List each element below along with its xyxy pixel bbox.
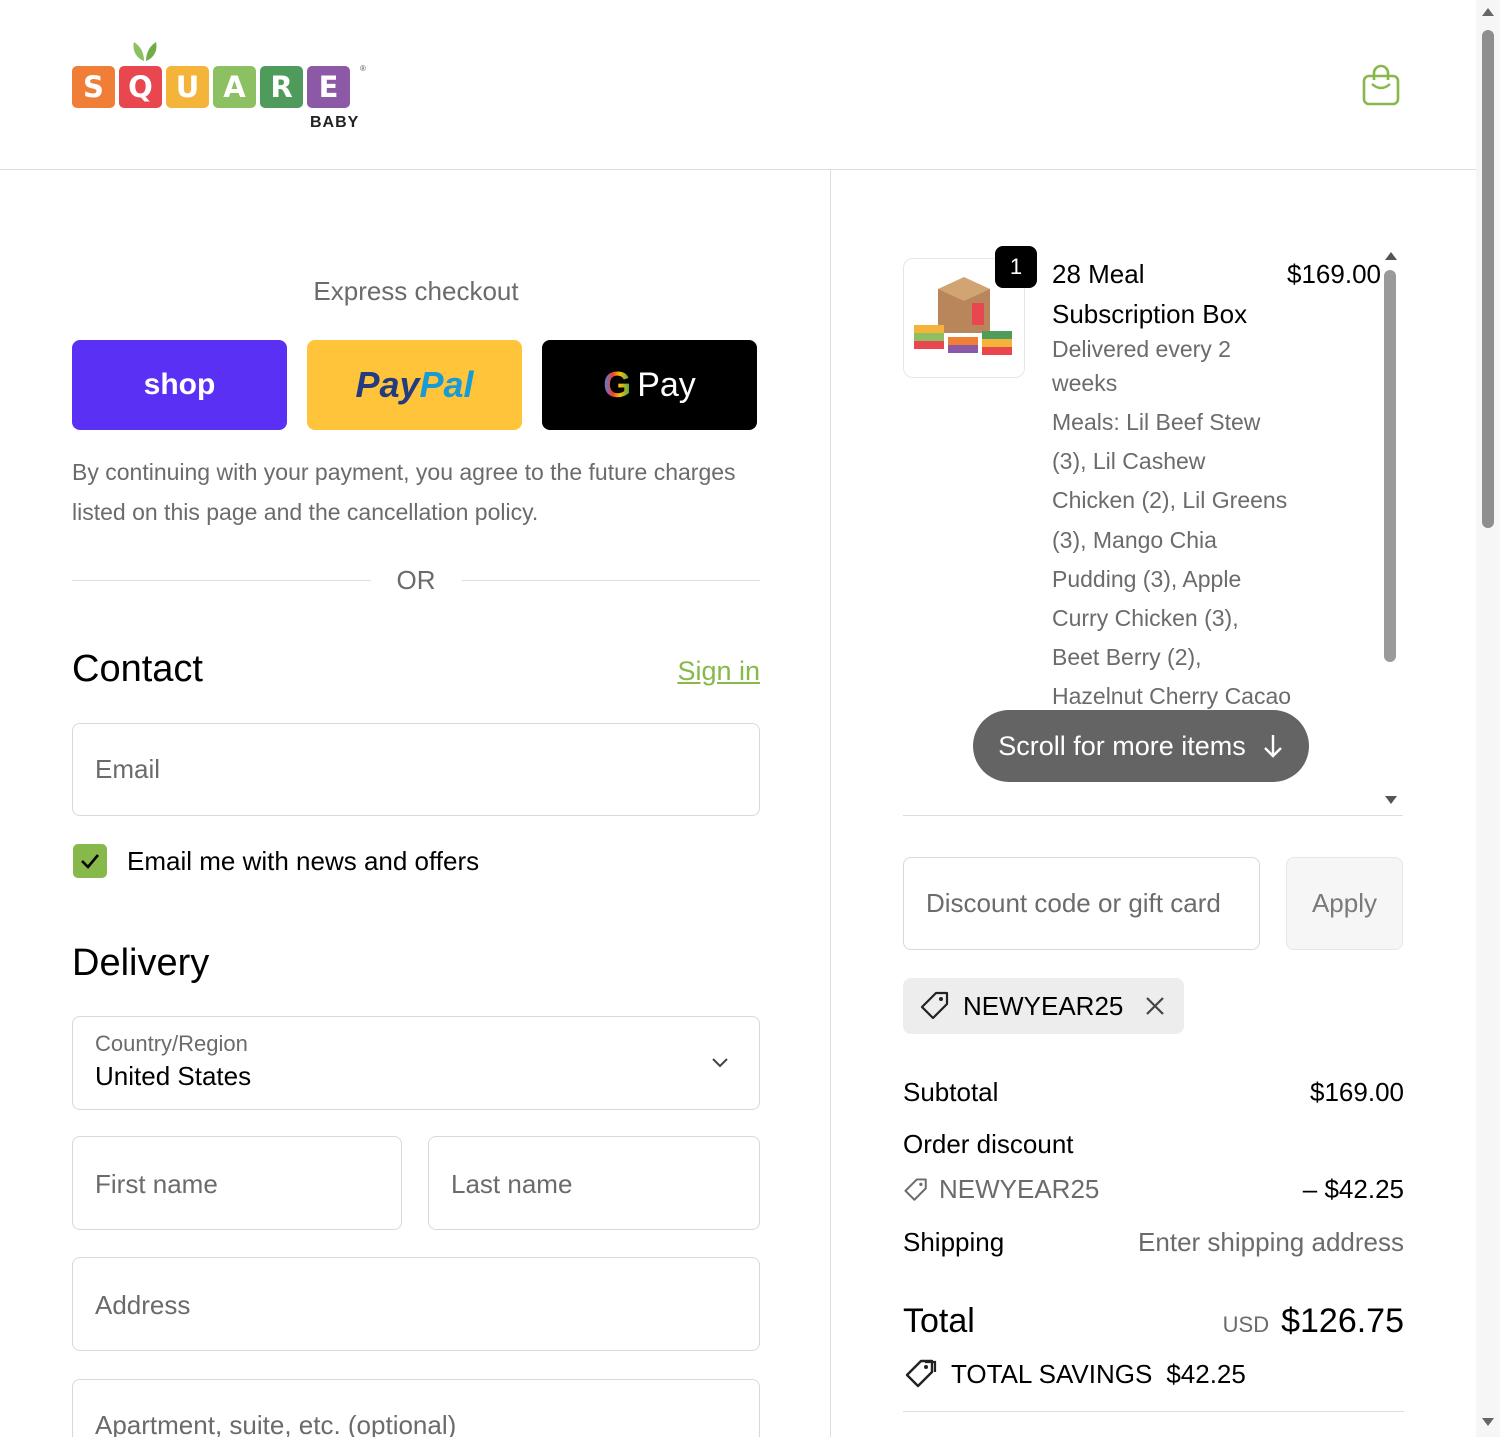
delivery-frequency: Delivered every 2 weeks [1052, 336, 1231, 396]
logo-letter: U [166, 66, 209, 108]
country-select[interactable]: Country/Region United States [72, 1016, 760, 1110]
logo-letter: A [213, 66, 256, 108]
order-discount-label: Order discount [903, 1129, 1074, 1159]
discount-code-name: NEWYEAR25 [939, 1174, 1100, 1204]
cart-scroll-up-icon[interactable] [1385, 252, 1397, 260]
newsletter-checkbox[interactable] [73, 844, 107, 878]
page-scrollbar-thumb[interactable] [1482, 30, 1494, 528]
discount-code-line: NEWYEAR25 [903, 1174, 1099, 1205]
delivery-heading: Delivery [72, 942, 210, 984]
shipping-value: Enter shipping address [1138, 1227, 1404, 1257]
discount-code-field[interactable]: Discount code or gift card [903, 857, 1260, 950]
contact-heading: Contact [72, 648, 203, 690]
savings-tag-icon [905, 1359, 937, 1388]
shipping-row: Shipping Enter shipping address [903, 1227, 1404, 1258]
discount-code-row: NEWYEAR25 – $42.25 [903, 1174, 1404, 1205]
site-header: S Q U A R E ® BABY [0, 0, 1476, 170]
logo-letter: E [307, 66, 350, 108]
sign-in-link[interactable]: Sign in [600, 656, 760, 687]
apartment-field[interactable]: Apartment, suite, etc. (optional) [72, 1379, 760, 1437]
subtotal-row: Subtotal $169.00 [903, 1077, 1404, 1108]
email-placeholder: Email [95, 754, 161, 784]
quantity-badge: 1 [995, 246, 1037, 288]
logo-letter: R [260, 66, 303, 108]
apply-discount-button[interactable]: Apply [1286, 857, 1403, 950]
meal-selection: Meals: Lil Beef Stew (3), Lil Cashew Chi… [1052, 409, 1292, 749]
discount-amount: – $42.25 [1302, 1174, 1404, 1204]
newsletter-label: Email me with news and offers [127, 846, 480, 876]
logo-letter: Q [119, 66, 162, 108]
express-buttons: shop Pay Pal G Pay [72, 340, 757, 430]
leaf-icon [133, 42, 157, 61]
or-separator: OR [72, 562, 760, 598]
cart-scrollbar[interactable] [1384, 270, 1396, 662]
first-name-field[interactable]: First name [72, 1136, 402, 1230]
total-amount: $126.75 [1281, 1302, 1404, 1340]
logo-letters: S Q U A R E [72, 66, 350, 108]
google-g-icon: G [603, 364, 632, 405]
order-discount-row: Order discount [903, 1129, 1404, 1160]
product-name: 28 Meal Subscription Box [1052, 259, 1248, 329]
applied-discount-code: NEWYEAR25 [963, 990, 1124, 1021]
product-price: $169.00 [1287, 259, 1381, 289]
chevron-down-icon [712, 1058, 728, 1068]
logo-letter: S [72, 66, 115, 108]
shipping-label: Shipping [903, 1227, 1005, 1257]
savings-value: $42.25 [1166, 1358, 1246, 1389]
express-checkout-title: Express checkout [313, 276, 519, 306]
logo-subtext: BABY [310, 114, 360, 131]
paypal-label-pay: Pay [355, 364, 420, 405]
payment-policy-text: By continuing with your payment, you agr… [72, 459, 736, 525]
last-name-field[interactable]: Last name [428, 1136, 760, 1230]
savings-label: TOTAL SAVINGS [951, 1358, 1153, 1389]
remove-discount-icon[interactable] [1143, 994, 1167, 1018]
discount-placeholder: Discount code or gift card [926, 888, 1221, 918]
summary-divider [903, 1411, 1404, 1412]
shop-pay-button[interactable]: shop [72, 340, 287, 430]
total-savings: TOTAL SAVINGS $42.25 [903, 1358, 1246, 1390]
column-divider [830, 170, 831, 1437]
scroll-hint-label: Scroll for more items [998, 730, 1246, 761]
first-name-placeholder: First name [95, 1169, 218, 1199]
or-label: OR [396, 564, 436, 595]
total-currency: USD [1222, 1312, 1270, 1337]
address-placeholder: Address [95, 1290, 191, 1320]
country-label: Country/Region [95, 1031, 248, 1056]
paypal-label-pal: Pal [419, 364, 474, 405]
separator-line [461, 579, 760, 581]
total-amount-group: USD $126.75 [1223, 1302, 1404, 1341]
applied-discount-chip: NEWYEAR25 [903, 978, 1184, 1034]
last-name-placeholder: Last name [451, 1169, 573, 1199]
logo-registered-mark: ® [360, 64, 366, 73]
paypal-button[interactable]: Pay Pal [307, 340, 522, 430]
subtotal-label: Subtotal [903, 1077, 999, 1107]
shopping-bag-icon[interactable] [1362, 64, 1400, 106]
total-label: Total [903, 1302, 975, 1340]
shop-pay-label: shop [143, 368, 216, 401]
country-value: United States [95, 1061, 252, 1091]
separator-line [72, 579, 371, 581]
scroll-more-items-button[interactable]: Scroll for more items [973, 710, 1309, 782]
square-baby-logo[interactable]: S Q U A R E ® BABY [72, 40, 372, 140]
page-scroll-up-icon[interactable] [1482, 8, 1494, 16]
apartment-placeholder: Apartment, suite, etc. (optional) [95, 1410, 457, 1437]
google-pay-button[interactable]: G Pay [542, 340, 757, 430]
google-pay-label: Pay [637, 365, 696, 404]
tag-icon [904, 1177, 927, 1201]
total-row: Total USD $126.75 [903, 1302, 1404, 1341]
cart-scroll-down-icon[interactable] [1385, 796, 1397, 804]
page-scroll-down-icon[interactable] [1482, 1418, 1494, 1426]
address-field[interactable]: Address [72, 1257, 760, 1351]
tag-icon [920, 991, 949, 1020]
arrow-down-icon [1263, 735, 1282, 758]
subtotal-value: $169.00 [1310, 1077, 1404, 1107]
email-field[interactable]: Email [72, 723, 760, 816]
checkmark-icon [81, 854, 99, 869]
